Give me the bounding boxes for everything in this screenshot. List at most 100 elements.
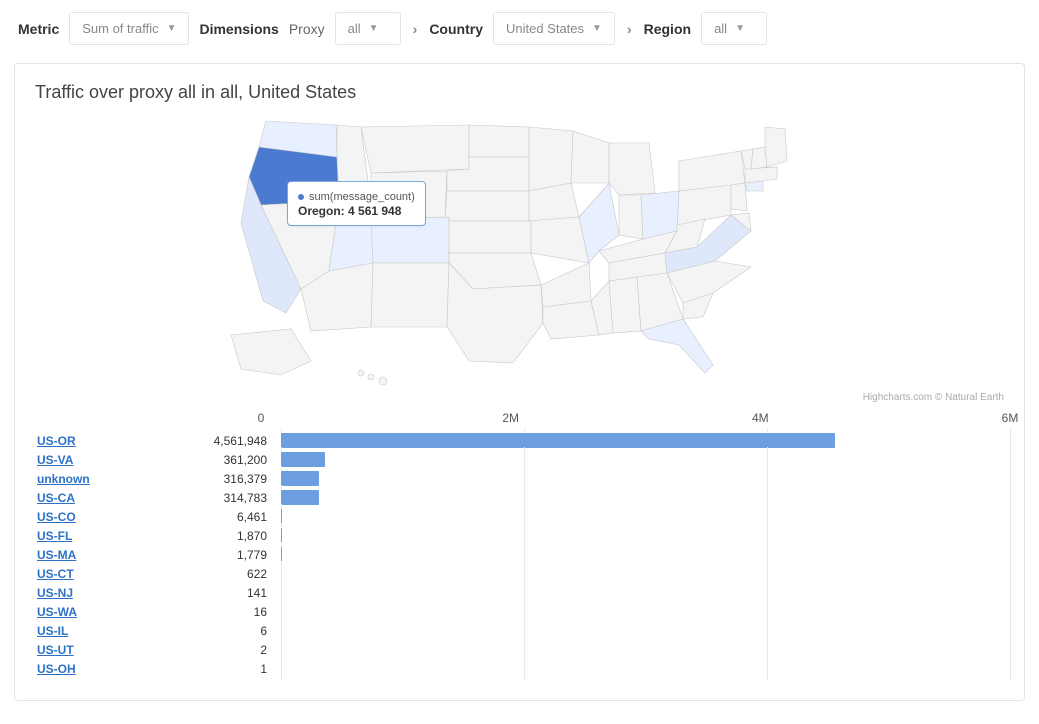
chevron-right-icon: › [625,21,634,37]
region-link[interactable]: US-NJ [37,586,73,600]
chart-card: Traffic over proxy all in all, United St… [14,63,1025,701]
region-link[interactable]: US-FL [37,529,72,543]
region-link[interactable]: US-CA [37,491,75,505]
caret-down-icon: ▼ [369,23,379,34]
table-row: US-OH 1 [31,659,1010,678]
axis-tick: 4M [752,411,769,425]
region-link[interactable]: US-IL [37,624,68,638]
table-row: US-MA 1,779 [31,545,1010,564]
table-row: US-IL6 [31,621,1010,640]
state-mt [361,125,469,173]
x-axis: 02M4M6M [31,409,1010,431]
state-al [609,277,641,333]
dimensions-label: Dimensions [199,21,278,37]
table-row: US-NJ 141 [31,583,1010,602]
row-value: 361,200 [177,453,281,467]
tooltip-region: Oregon: [298,204,345,218]
row-value: 1,779 [177,548,281,562]
country-select[interactable]: United States ▼ [493,12,615,45]
region-select[interactable]: all ▼ [701,12,767,45]
caret-down-icon: ▼ [735,23,745,34]
region-link[interactable]: US-CO [37,510,76,524]
metric-select-value: Sum of traffic [82,21,158,36]
bar[interactable] [281,490,319,505]
bar-cell [281,640,1010,659]
bar-chart: 02M4M6M US-OR 4,561,948 US-VA 361,200 unknow… [31,409,1010,678]
caret-down-icon: ▼ [592,23,602,34]
region-link[interactable]: unknown [37,472,90,486]
bar-cell [281,469,1010,488]
bar-cell [281,602,1010,621]
bar-cell [281,564,1010,583]
state-nj [731,183,747,211]
row-value: 1,870 [177,529,281,543]
table-row: US-CO 6,461 [31,507,1010,526]
region-link[interactable]: US-OR [37,434,76,448]
country-label: Country [429,21,483,37]
bar[interactable] [281,452,325,467]
state-ks [449,221,531,253]
row-value: 141 [177,586,281,600]
state-hi [358,370,364,376]
us-map[interactable]: sum(message_count) Oregon: 4 561 948 Hig… [31,113,1010,403]
bar-cell [281,545,1010,564]
row-value: 6,461 [177,510,281,524]
row-value: 622 [177,567,281,581]
bar[interactable] [281,471,319,486]
bar-cell [281,431,1010,450]
state-la [543,301,599,339]
filter-toolbar: Metric Sum of traffic ▼ Dimensions Proxy… [0,0,1039,53]
table-row: US-CT 622 [31,564,1010,583]
row-value: 316,379 [177,472,281,486]
state-wi [571,131,609,183]
state-in [619,195,643,239]
bar-cell [281,488,1010,507]
axis-tick: 6M [1002,411,1019,425]
region-link[interactable]: US-CT [37,567,74,581]
caret-down-icon: ▼ [167,23,177,34]
metric-label: Metric [18,21,59,37]
bar[interactable] [281,509,282,524]
bar-cell [281,583,1010,602]
tooltip-dot-icon [298,194,304,200]
map-tooltip: sum(message_count) Oregon: 4 561 948 [287,181,426,226]
bar-cell [281,450,1010,469]
table-row: US-OR 4,561,948 [31,431,1010,450]
region-select-value: all [714,21,727,36]
proxy-select[interactable]: all ▼ [335,12,401,45]
region-link[interactable]: US-MA [37,548,76,562]
proxy-select-value: all [348,21,361,36]
table-row: US-UT 2 [31,640,1010,659]
row-value: 1 [177,662,281,676]
region-link[interactable]: US-VA [37,453,73,467]
metric-select[interactable]: Sum of traffic ▼ [69,12,189,45]
state-me [765,127,787,167]
proxy-label: Proxy [289,21,325,37]
bar-cell [281,621,1010,640]
state-nd [469,125,529,157]
row-value: 16 [177,605,281,619]
country-select-value: United States [506,21,584,36]
state-ak [231,329,311,375]
state-ne [445,191,529,221]
bar-cell [281,659,1010,678]
region-link[interactable]: US-UT [37,643,74,657]
row-value: 2 [177,643,281,657]
state-nm [371,263,449,327]
table-row: US-VA 361,200 [31,450,1010,469]
state-nh [751,147,767,169]
axis-tick: 0 [258,411,265,425]
chevron-right-icon: › [411,21,420,37]
row-value: 314,783 [177,491,281,505]
region-link[interactable]: US-OH [37,662,76,676]
bar[interactable] [281,433,835,448]
row-value: 4,561,948 [177,434,281,448]
state-mo [529,217,589,263]
state-mn [529,127,573,191]
region-link[interactable]: US-WA [37,605,77,619]
bar-cell [281,526,1010,545]
table-row: US-FL 1,870 [31,526,1010,545]
table-row: unknown 316,379 [31,469,1010,488]
tooltip-value: 4 561 948 [348,204,401,218]
region-label: Region [644,21,691,37]
